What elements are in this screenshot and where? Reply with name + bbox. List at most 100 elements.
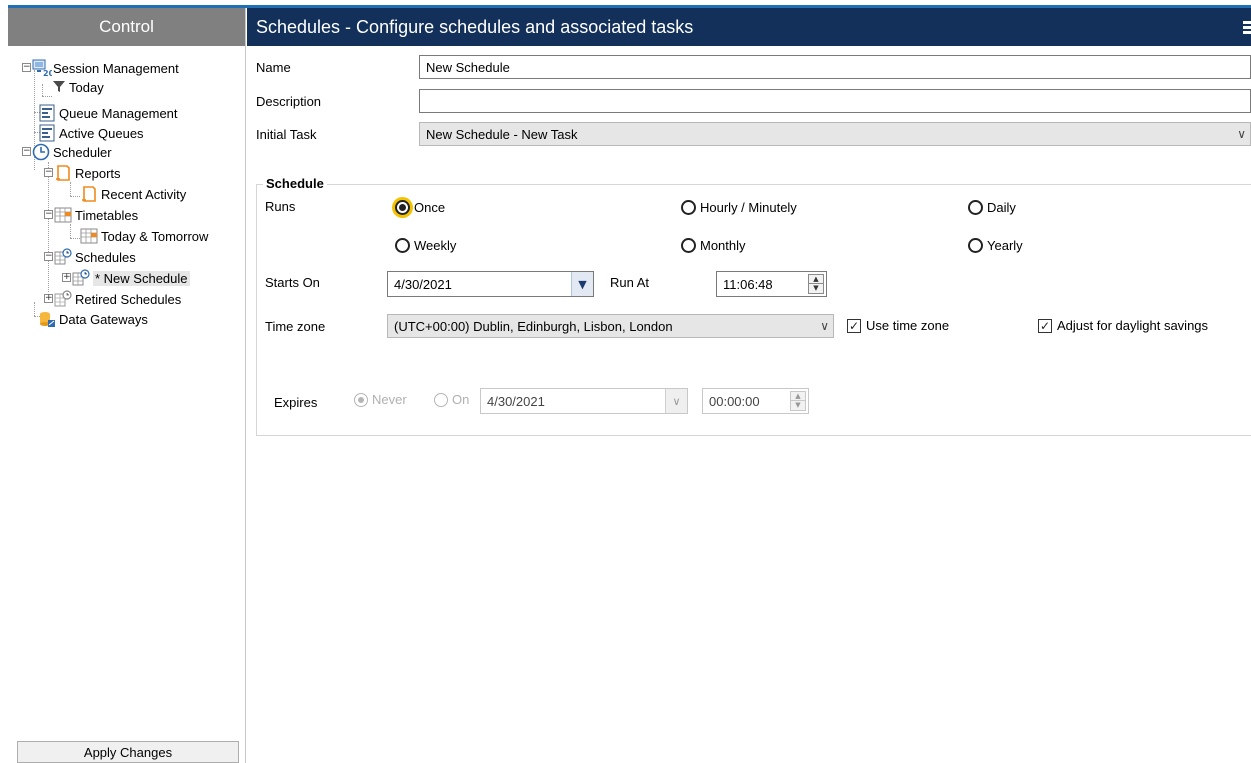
spin-up-icon[interactable]: ▲ — [809, 275, 823, 284]
runs-yearly-radio[interactable]: Yearly — [968, 238, 1023, 253]
tree-item-label: Active Queues — [59, 125, 144, 141]
chevron-down-icon[interactable]: ∨ — [665, 389, 687, 413]
radio-label: Once — [414, 200, 446, 215]
chevron-down-icon[interactable]: ▼ — [571, 272, 593, 296]
runs-hourly-radio[interactable]: Hourly / Minutely — [681, 200, 797, 215]
apply-changes-button[interactable]: Apply Changes — [17, 741, 239, 763]
name-field[interactable]: New Schedule — [419, 55, 1251, 79]
use-time-zone-checkbox[interactable]: ✓ Use time zone — [847, 318, 949, 333]
spin-down-icon[interactable]: ▼ — [791, 401, 805, 410]
radio-label: Yearly — [987, 238, 1023, 253]
tree-line — [48, 162, 49, 292]
clock-icon — [32, 143, 50, 161]
tree-item-label: Recent Activity — [101, 186, 187, 202]
checkbox-label: Use time zone — [866, 318, 950, 333]
time-spinner[interactable]: ▲ ▼ — [790, 391, 806, 411]
starts-on-value: 4/30/2021 — [394, 276, 452, 292]
radio-button-icon — [395, 238, 410, 253]
runs-monthly-radio[interactable]: Monthly — [681, 238, 746, 253]
tree-item-new-schedule[interactable]: * New Schedule — [72, 268, 190, 288]
tree-item-timetables[interactable]: Timetables — [54, 205, 138, 225]
time-zone-value: (UTC+00:00) Dublin, Edinburgh, Lisbon, L… — [394, 318, 673, 334]
expires-time-value: 00:00:00 — [709, 393, 760, 409]
tree-item-active-queues[interactable]: Active Queues — [38, 123, 144, 143]
runs-label: Runs — [265, 199, 296, 214]
expand-toggle[interactable]: + — [62, 273, 71, 282]
spin-up-icon[interactable]: ▲ — [791, 392, 805, 401]
expires-time-field[interactable]: 00:00:00 ▲ ▼ — [702, 388, 809, 414]
tree-item-label: Today & Tomorrow — [101, 228, 209, 244]
panel-header: Schedules - Configure schedules and asso… — [247, 8, 1251, 46]
tree-item-label: Today — [69, 79, 104, 95]
expand-toggle[interactable]: + — [44, 294, 53, 303]
tree-line — [70, 196, 80, 197]
tree-item-scheduler[interactable]: Scheduler — [32, 142, 112, 162]
runs-once-radio[interactable]: Once — [395, 200, 445, 215]
run-at-time-field[interactable]: 11:06:48 ▲ ▼ — [716, 271, 827, 297]
time-zone-label: Time zone — [265, 319, 326, 334]
schedule-icon — [54, 248, 72, 266]
tree-item-session-management[interactable]: 20 Session Management — [32, 58, 179, 78]
tree-line — [42, 96, 52, 97]
tree-line — [70, 182, 71, 196]
checkmark-icon: ✓ — [1038, 318, 1052, 333]
starts-on-date-picker[interactable]: 4/30/2021 ▼ — [387, 271, 594, 297]
radio-button-icon — [968, 200, 983, 215]
expand-toggle[interactable]: − — [44, 252, 53, 261]
radio-button-icon — [681, 200, 696, 215]
tree-item-data-gateways[interactable]: Data Gateways — [38, 309, 148, 329]
tree-item-recent-activity[interactable]: Recent Activity — [80, 184, 186, 204]
time-spinner[interactable]: ▲ ▼ — [808, 274, 824, 294]
radio-button-icon — [395, 200, 410, 215]
spin-down-icon[interactable]: ▼ — [809, 284, 823, 293]
radio-label: Never — [372, 392, 407, 407]
initial-task-select[interactable]: New Schedule - New Task ∨ — [419, 122, 1251, 146]
description-field[interactable] — [419, 89, 1251, 113]
radio-button-icon — [681, 238, 696, 253]
expand-toggle[interactable]: − — [44, 168, 53, 177]
control-panel: Control − 20 Session Management Today Qu… — [8, 8, 246, 763]
tree-item-queue-management[interactable]: Queue Management — [38, 103, 178, 123]
run-at-value: 11:06:48 — [723, 276, 773, 292]
tree-item-label: Timetables — [75, 207, 139, 223]
tree-item-retired-schedules[interactable]: Retired Schedules — [54, 289, 181, 309]
schedule-icon — [72, 269, 90, 287]
control-tree[interactable]: − 20 Session Management Today Queue Mana… — [8, 46, 245, 731]
tree-item-label: * New Schedule — [93, 270, 190, 286]
report-icon — [54, 164, 72, 182]
expand-toggle[interactable]: − — [22, 63, 31, 72]
tree-item-schedules[interactable]: Schedules — [54, 247, 136, 267]
svg-text:20: 20 — [43, 69, 52, 77]
checkmark-icon: ✓ — [847, 318, 861, 333]
tree-line — [70, 224, 71, 238]
queue-icon — [38, 124, 56, 142]
tree-item-label: Queue Management — [59, 105, 178, 121]
session-management-icon: 20 — [32, 59, 55, 78]
schedule-icon — [54, 290, 72, 308]
expires-date-picker[interactable]: 4/30/2021 ∨ — [480, 388, 688, 414]
name-label: Name — [256, 60, 291, 75]
menu-icon[interactable] — [1243, 21, 1251, 35]
calendar-icon — [80, 227, 98, 245]
apply-changes-bar: Apply Changes — [8, 739, 245, 763]
tree-item-label: Reports — [75, 165, 121, 181]
tree-item-label: Schedules — [75, 249, 136, 265]
tree-item-reports[interactable]: Reports — [54, 163, 121, 183]
daylight-savings-checkbox[interactable]: ✓ Adjust for daylight savings — [1038, 318, 1208, 333]
expires-never-radio[interactable]: Never — [354, 392, 407, 407]
time-zone-select[interactable]: (UTC+00:00) Dublin, Edinburgh, Lisbon, L… — [387, 314, 834, 338]
database-gateway-icon — [38, 310, 56, 328]
expand-toggle[interactable]: − — [44, 210, 53, 219]
tree-item-today[interactable]: Today — [52, 77, 104, 97]
runs-weekly-radio[interactable]: Weekly — [395, 238, 456, 253]
control-panel-title: Control — [8, 8, 245, 46]
expires-on-radio[interactable]: On — [434, 392, 469, 407]
radio-button-icon — [968, 238, 983, 253]
expand-toggle[interactable]: − — [22, 147, 31, 156]
runs-daily-radio[interactable]: Daily — [968, 200, 1016, 215]
tree-item-today-tomorrow[interactable]: Today & Tomorrow — [80, 226, 208, 246]
radio-button-icon — [354, 392, 368, 407]
chevron-down-icon: ∨ — [1237, 127, 1246, 141]
tree-item-label: Data Gateways — [59, 311, 148, 327]
tree-line — [70, 238, 80, 239]
